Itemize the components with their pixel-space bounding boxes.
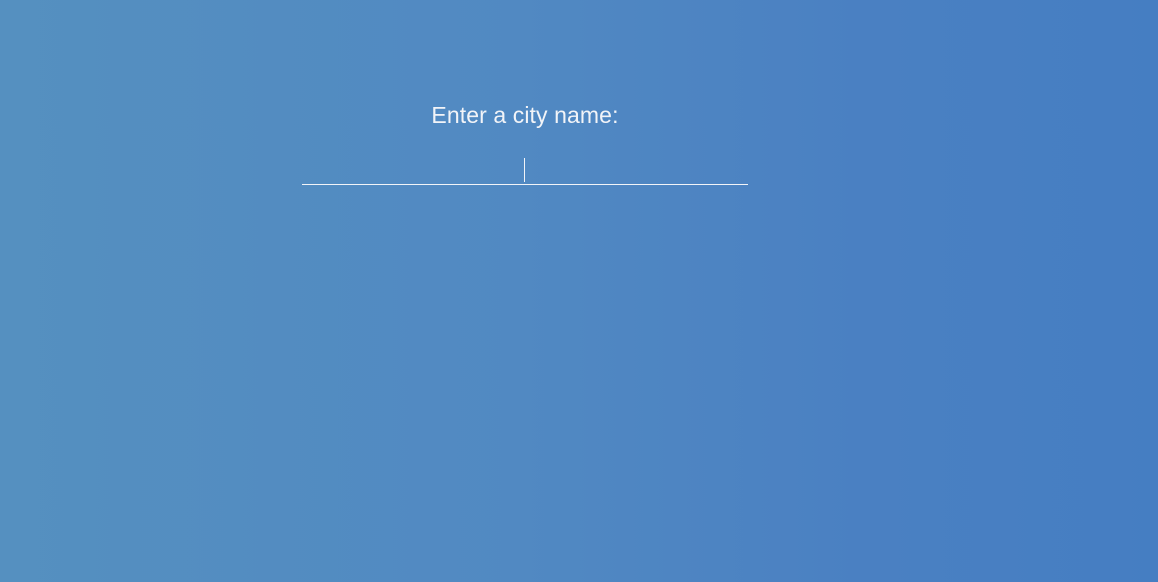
city-search-form: Enter a city name: bbox=[302, 98, 748, 185]
weather-app: Enter a city name: bbox=[0, 0, 1158, 582]
text-cursor bbox=[524, 158, 525, 182]
city-prompt-label: Enter a city name: bbox=[431, 102, 619, 128]
city-input[interactable] bbox=[302, 155, 748, 185]
